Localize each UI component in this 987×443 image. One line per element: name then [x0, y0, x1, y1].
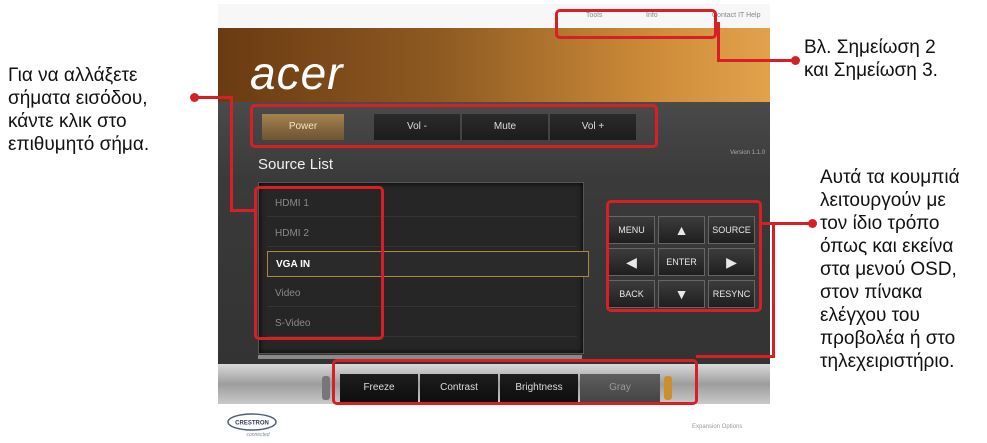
left-callout-line: Για να αλλάξετε	[8, 65, 138, 86]
right-connector-h	[762, 222, 814, 225]
version-label: Version 1.1.0	[730, 150, 766, 156]
crestron-logo: CRESTRON connected	[227, 413, 277, 438]
left-connector-h2	[230, 209, 256, 212]
highlight-top-buttons	[250, 104, 658, 148]
top-right-callout-line: Βλ. Σημείωση 2	[804, 37, 936, 58]
left-callout: Για να αλλάξετε σήματα εισόδου, κάντε κλ…	[8, 64, 149, 156]
highlight-source-list	[254, 186, 384, 340]
right-callout-dot	[808, 219, 817, 228]
right-callout-line: στα μενού OSD,	[820, 259, 957, 280]
right-callout-line: ελέγχου του	[820, 305, 920, 326]
source-list-title: Source List	[258, 156, 334, 173]
top-right-callout-line: και Σημείωση 3.	[804, 60, 938, 81]
left-callout-line: σήματα εισόδου,	[8, 88, 148, 109]
contact-it-help-link[interactable]: Contact IT Help	[712, 12, 761, 19]
highlight-top-links	[555, 9, 717, 39]
right-callout-line: τον ίδιο τρόπο	[820, 213, 940, 234]
right-callout-line: όπως και εκείνα	[820, 236, 954, 257]
right-callout-line: τηλεχειριστήριο.	[820, 351, 955, 372]
toolbar-left-handle[interactable]	[322, 376, 330, 400]
left-callout-line: κάντε κλικ στο	[8, 111, 127, 132]
left-connector-h1	[195, 96, 233, 99]
right-callout-line: προβολέα ή στο	[820, 328, 956, 349]
highlight-bottom-buttons	[332, 359, 698, 405]
left-callout-line: επιθυμητό σήμα.	[8, 134, 150, 155]
expansion-options-link[interactable]: Expansion Options	[692, 424, 742, 430]
crestron-logo-subtext: connected	[246, 432, 269, 438]
right-callout-line: Αυτά τα κουμπιά	[820, 167, 960, 188]
right-callout: Αυτά τα κουμπιά λειτουργούν με τον ίδιο …	[820, 166, 960, 373]
crestron-logo-text: CRESTRON	[235, 421, 269, 427]
top-right-callout-dot	[791, 56, 800, 65]
acer-logo: acer	[250, 47, 344, 99]
left-connector-v	[230, 96, 233, 212]
right-callout-line: λειτουργούν με	[820, 190, 946, 211]
right-connector-h2	[696, 355, 775, 358]
top-right-connector-h	[717, 59, 794, 62]
right-callout-line: στον πίνακα	[820, 282, 923, 303]
top-right-callout: Βλ. Σημείωση 2 και Σημείωση 3.	[804, 36, 938, 82]
footer	[218, 404, 770, 442]
top-right-connector	[717, 22, 720, 62]
right-connector-v	[772, 222, 775, 358]
highlight-keypad	[606, 200, 762, 312]
